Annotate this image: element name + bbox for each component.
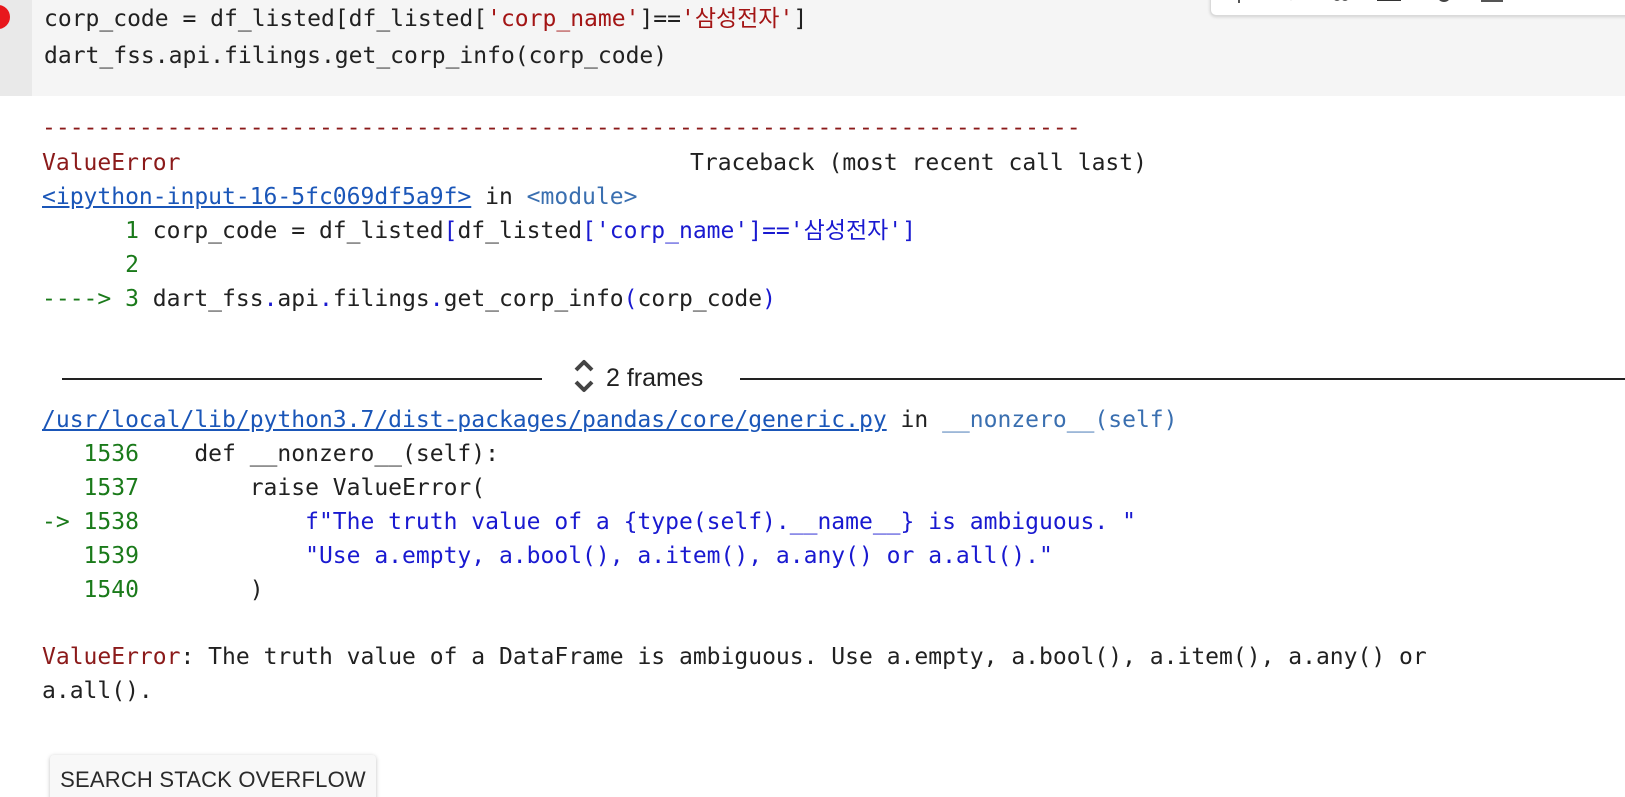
ipython-input-link[interactable]: <ipython-input-16-5fc069df5a9f> xyxy=(42,184,471,210)
code-token: ] xyxy=(793,6,808,32)
code-token: ) xyxy=(762,286,776,312)
frame-2-line-1540: 1540 ) xyxy=(42,575,264,605)
traceback-header: ValueError Traceback (most recent call la… xyxy=(42,148,1147,178)
frame-2-line-1538: -> 1538 f"The truth value of a {type(sel… xyxy=(42,507,1136,537)
error-message: : The truth value of a DataFrame is ambi… xyxy=(180,644,1427,670)
error-type: ValueError xyxy=(42,644,181,670)
code-token: dart_fss xyxy=(152,286,264,312)
code-token: . xyxy=(318,286,333,312)
traceback-separator: ----------------------------------------… xyxy=(42,118,1081,138)
final-error-message-cont: a.all(). xyxy=(42,678,153,704)
code-token: . xyxy=(263,286,278,312)
more-icon[interactable] xyxy=(1579,0,1595,5)
chevron-up-down-icon xyxy=(572,356,596,400)
code-token: corp_code = df_listed xyxy=(152,218,444,244)
code-token: [ xyxy=(443,218,458,244)
frames-label: 2 frames xyxy=(606,363,704,392)
frames-divider-left xyxy=(62,378,542,380)
code-token: corp_code = df_listed[df_listed[ xyxy=(44,6,488,32)
line-marker: 1539 xyxy=(42,543,139,569)
frame-2-line-1536: 1536 def __nonzero__(self): xyxy=(42,439,499,469)
code-text: raise ValueError( xyxy=(138,475,486,501)
line-marker: -> 1538 xyxy=(42,509,139,535)
code-token: get_corp_info xyxy=(443,286,624,312)
link-icon[interactable] xyxy=(1331,0,1348,5)
mirror-cell-icon[interactable] xyxy=(1481,0,1503,5)
error-type: ValueError xyxy=(42,150,181,176)
settings-icon[interactable] xyxy=(1433,0,1449,5)
code-text: "Use a.empty, a.bool(), a.item(), a.any(… xyxy=(138,543,1053,569)
frame-1-header: <ipython-input-16-5fc069df5a9f> in <modu… xyxy=(42,182,637,212)
code-string: 'corp_name' xyxy=(487,6,640,32)
code-line-2[interactable]: dart_fss.api.filings.get_corp_info(corp_… xyxy=(44,41,667,71)
code-text: ) xyxy=(138,577,264,603)
cell-toolbar xyxy=(1210,0,1625,16)
traceback-title: Traceback (most recent call last) xyxy=(690,150,1147,176)
code-token: corp_code xyxy=(637,286,763,312)
line-marker: 1536 xyxy=(42,441,139,467)
function-name: __nonzero__(self) xyxy=(942,407,1178,433)
search-stack-overflow-button[interactable]: SEARCH STACK OVERFLOW xyxy=(50,755,376,797)
code-line-1[interactable]: corp_code = df_listed[df_listed['corp_na… xyxy=(44,4,807,34)
frame-2-line-1537: 1537 raise ValueError( xyxy=(42,473,486,503)
line-marker: ----> 3 xyxy=(42,286,153,312)
line-marker: 1540 xyxy=(42,577,139,603)
cell-gutter xyxy=(0,0,32,96)
run-cell-button[interactable] xyxy=(0,5,10,29)
code-string: '삼성전자' xyxy=(789,218,903,244)
code-token: api xyxy=(277,286,319,312)
line-marker: 1 xyxy=(42,218,153,244)
code-token: ['corp_name']== xyxy=(582,218,790,244)
frames-divider-right xyxy=(740,378,1625,380)
code-text: f"The truth value of a {type(self).__nam… xyxy=(138,509,1136,535)
frame-1-line-3: ----> 3 dart_fss.api.filings.get_corp_in… xyxy=(42,284,776,314)
frame-1-line-2: 2 xyxy=(42,250,139,280)
code-token: df_listed xyxy=(457,218,583,244)
frame-1-line-1: 1 corp_code = df_listed[df_listed['corp_… xyxy=(42,216,916,246)
in-keyword: in xyxy=(886,407,943,433)
frame-2-header: /usr/local/lib/python3.7/dist-packages/p… xyxy=(42,405,1177,435)
in-keyword: in xyxy=(471,184,527,210)
code-token: ]== xyxy=(639,6,681,32)
line-marker: 2 xyxy=(42,252,139,278)
final-error-message: ValueError: The truth value of a DataFra… xyxy=(42,642,1427,672)
code-token: filings xyxy=(332,286,430,312)
code-token: ( xyxy=(623,286,638,312)
code-token: ] xyxy=(902,218,916,244)
arrow-up-icon[interactable] xyxy=(1231,0,1247,5)
code-token: . xyxy=(429,286,444,312)
module-name: <module> xyxy=(526,184,638,210)
line-marker: 1537 xyxy=(42,475,139,501)
frame-2-line-1539: 1539 "Use a.empty, a.bool(), a.item(), a… xyxy=(42,541,1053,571)
code-string: '삼성전자' xyxy=(680,6,794,32)
arrow-down-icon[interactable] xyxy=(1283,0,1299,5)
comment-icon[interactable] xyxy=(1377,0,1401,5)
source-file-link[interactable]: /usr/local/lib/python3.7/dist-packages/p… xyxy=(42,407,887,433)
delete-icon[interactable] xyxy=(1533,0,1549,5)
code-text: def __nonzero__(self): xyxy=(138,441,499,467)
expand-frames-button[interactable]: 2 frames xyxy=(572,356,703,400)
